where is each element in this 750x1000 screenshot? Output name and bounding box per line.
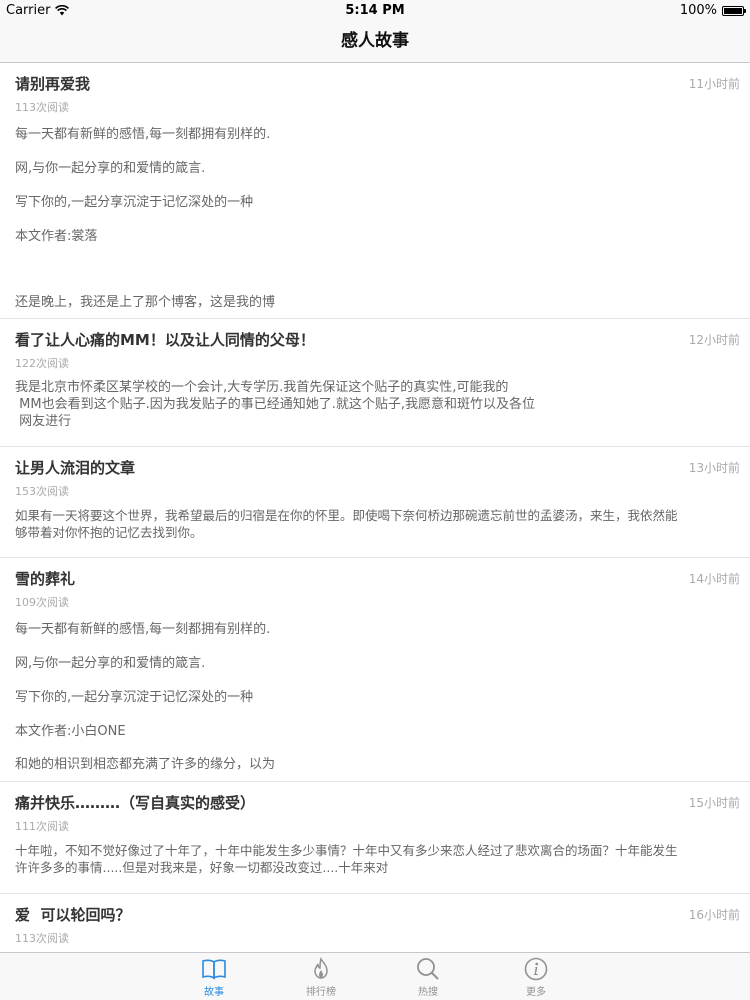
story-time: 11小时前: [688, 77, 740, 91]
excerpt-line: 写下你的,一起分享沉淀于记忆深处的一种: [15, 690, 254, 705]
info-icon: [524, 957, 548, 981]
battery-icon: [722, 5, 746, 16]
story-title: 爱 可以轮回吗？: [15, 906, 131, 924]
tab-label: 排行榜: [306, 987, 336, 998]
excerpt-line: 还是晚上，我还是上了那个博客，这是我的博: [15, 295, 276, 310]
tab-label: 热搜: [418, 987, 438, 998]
tab-ranking[interactable]: 排行榜: [291, 957, 351, 998]
story-excerpt: 如果有一天将要这个世界，我希望最后的归宿是在你的怀里。即使喝下奈何桥边那碗遗忘前…: [15, 507, 740, 541]
tab-hot-search[interactable]: 热搜: [398, 957, 458, 998]
status-right: 100%: [679, 3, 746, 18]
tab-label: 更多: [526, 987, 546, 998]
story-read-count: 113次阅读: [15, 101, 69, 114]
battery-percent: 100%: [679, 3, 717, 18]
excerpt-line: 每一天都有新鲜的感悟,每一刻都拥有别样的.: [15, 127, 271, 142]
story-row[interactable]: 看了让人心痛的MM！以及让人同情的父母！ 12小时前 122次阅读 我是北京市怀…: [0, 319, 750, 447]
battery-fill: [724, 7, 742, 14]
story-excerpt: 我是北京市怀柔区某学校的一个会计,大专学历.我首先保证这个贴子的真实性,可能我的…: [15, 379, 740, 430]
story-read-count: 153次阅读: [15, 485, 69, 498]
story-row[interactable]: 雪的葬礼 14小时前 109次阅读 每一天都有新鲜的感悟,每一刻都拥有别样的. …: [0, 558, 750, 782]
search-icon: [417, 958, 439, 980]
story-title: 痛并快乐………（写自真实的感受）: [15, 794, 256, 812]
story-time: 13小时前: [688, 461, 740, 475]
status-bar: Carrier 5:14 PM 100%: [0, 0, 750, 20]
flame-icon: [314, 957, 328, 979]
story-row[interactable]: 让男人流泪的文章 13小时前 153次阅读 如果有一天将要这个世界，我希望最后的…: [0, 447, 750, 558]
story-row[interactable]: 请别再爱我 11小时前 113次阅读 每一天都有新鲜的感悟,每一刻都拥有别样的.…: [0, 63, 750, 319]
story-read-count: 111次阅读: [15, 820, 69, 833]
excerpt-line: 写下你的,一起分享沉淀于记忆深处的一种: [15, 195, 254, 210]
excerpt-line: 如果有一天将要这个世界，我希望最后的归宿是在你的怀里。即使喝下奈何桥边那碗遗忘前…: [15, 508, 678, 523]
story-row[interactable]: 爱 可以轮回吗？ 16小时前 113次阅读: [0, 894, 750, 952]
story-title: 请别再爱我: [15, 75, 91, 93]
excerpt-line: 网,与你一起分享的和爱情的箴言.: [15, 656, 206, 671]
tab-bar: 故事 排行榜 热搜 更多: [0, 952, 750, 1000]
excerpt-line: 十年啦，不知不觉好像过了十年了，十年中能发生多少事情？十年中又有多少来恋人经过了…: [15, 843, 678, 858]
story-row[interactable]: 痛并快乐………（写自真实的感受） 15小时前 111次阅读 十年啦，不知不觉好像…: [0, 782, 750, 894]
excerpt-line: 本文作者:裳落: [15, 229, 98, 244]
excerpt-line: 够带着对你怀抱的记忆去找到你。: [15, 525, 203, 540]
excerpt-line: 本文作者:小白ONE: [15, 724, 126, 739]
excerpt-line: 每一天都有新鲜的感悟,每一刻都拥有别样的.: [15, 622, 271, 637]
page-title: 感人故事: [341, 31, 409, 51]
story-read-count: 122次阅读: [15, 357, 69, 370]
tab-more[interactable]: 更多: [506, 957, 566, 998]
story-time: 15小时前: [688, 796, 740, 810]
excerpt-line: 网,与你一起分享的和爱情的箴言.: [15, 161, 206, 176]
story-list[interactable]: 请别再爱我 11小时前 113次阅读 每一天都有新鲜的感悟,每一刻都拥有别样的.…: [0, 63, 750, 952]
excerpt-line: 网友进行: [15, 414, 72, 429]
story-read-count: 109次阅读: [15, 596, 69, 609]
status-time: 5:14 PM: [345, 3, 405, 18]
story-excerpt: 十年啦，不知不觉好像过了十年了，十年中能发生多少事情？十年中又有多少来恋人经过了…: [15, 842, 740, 876]
excerpt-line: 我是北京市怀柔区某学校的一个会计,大专学历.我首先保证这个贴子的真实性,可能我的: [15, 380, 509, 395]
book-icon: [202, 959, 226, 980]
story-time: 12小时前: [688, 333, 740, 347]
tab-label: 故事: [204, 987, 224, 998]
story-time: 16小时前: [688, 908, 740, 922]
story-time: 14小时前: [688, 572, 740, 586]
excerpt-line: 和她的相识到相恋都充满了许多的缘分，以为: [15, 757, 276, 772]
tab-stories[interactable]: 故事: [184, 957, 244, 998]
story-title: 看了让人心痛的MM！以及让人同情的父母！: [15, 331, 315, 349]
excerpt-line: MM也会看到这个贴子.因为我发贴子的事已经通知她了.就这个贴子,我愿意和斑竹以及…: [15, 397, 535, 412]
story-title: 雪的葬礼: [15, 570, 76, 588]
excerpt-line: 许许多多的事情.....但是对我来是，好象一切都没改变过....十年来对: [15, 860, 389, 875]
navigation-bar: 感人故事: [0, 20, 750, 63]
story-title: 让男人流泪的文章: [15, 459, 136, 477]
story-read-count: 113次阅读: [15, 932, 69, 945]
